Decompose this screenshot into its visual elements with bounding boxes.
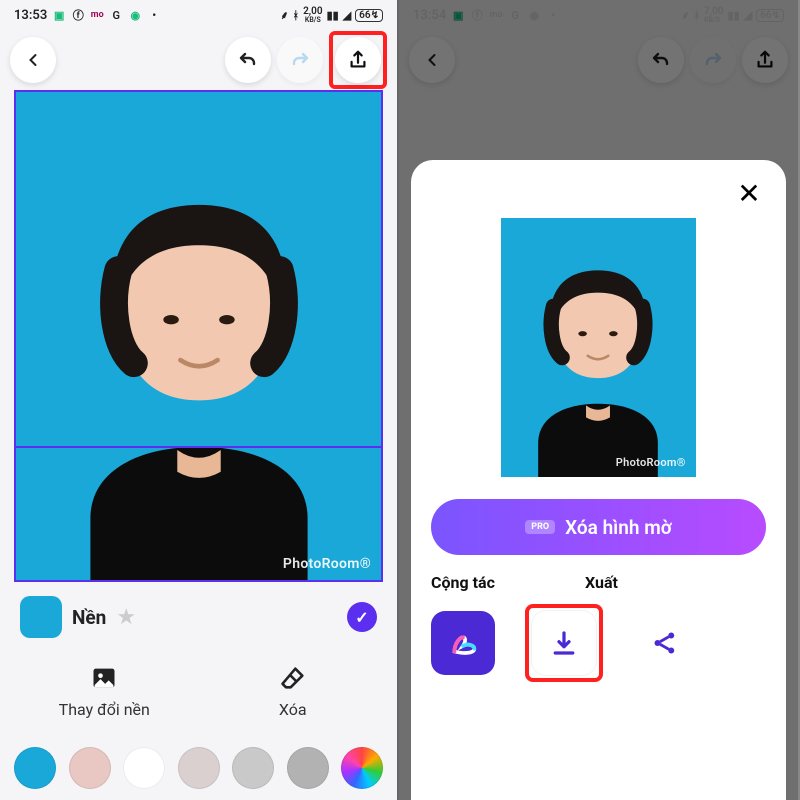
g-icon: G <box>109 8 123 22</box>
color-palette <box>0 737 397 789</box>
left-pane: 13:53 ▣ ⓕ mo G ◉ • ⸙ ᚼ 2,00 KB/S ▮▮ ◢ 66… <box>0 0 399 800</box>
cta-label: Xóa hình mờ <box>565 516 672 539</box>
watermark-modal: PhotoRoom® <box>616 456 686 469</box>
highlight-share <box>329 31 387 89</box>
confirm-check-button[interactable]: ✓ <box>347 602 377 632</box>
arrow-left-icon <box>23 50 43 70</box>
right-pane: 13:54 ▣ ⓕ mo G ◉ • ⸙ ᚼ 7,00KB/S ▮▮ ◢ 66↯ <box>399 0 798 800</box>
photo-preview: PhotoRoom® <box>14 90 383 582</box>
modal-photo: PhotoRoom® <box>501 218 695 477</box>
more-icon: • <box>147 8 161 22</box>
msg-icon: ◉ <box>128 8 142 22</box>
back-button[interactable] <box>10 37 56 83</box>
person-silhouette <box>43 177 353 580</box>
editor-toolbar <box>0 30 397 90</box>
eraser-icon <box>279 664 307 692</box>
bluetooth-icon: ᚼ <box>292 9 299 22</box>
background-row: Nền ★ ✓ <box>0 582 397 646</box>
remove-watermark-button[interactable]: PRO Xóa hình mờ <box>431 499 766 555</box>
erase-button[interactable]: Xóa <box>199 646 388 737</box>
share-button[interactable] <box>335 37 381 83</box>
signal-icon: ▮▮ <box>327 9 339 22</box>
image-icon <box>90 664 118 692</box>
undo-button[interactable] <box>225 37 271 83</box>
palette-color-2[interactable] <box>69 747 111 789</box>
export-row <box>431 604 766 682</box>
download-icon <box>549 628 579 658</box>
section-export: Xuất <box>585 573 766 592</box>
highlight-download <box>525 604 603 682</box>
app-dot-icon: ▣ <box>52 8 66 22</box>
palette-color-5[interactable] <box>232 747 274 789</box>
close-button[interactable]: ✕ <box>732 176 766 210</box>
export-modal: ✕ PhotoRoom® PRO Xóa hình mờ <box>411 160 786 800</box>
net-speed: 2,00 <box>303 7 323 17</box>
clock: 13:53 <box>14 8 47 23</box>
share-nodes-icon <box>650 628 680 658</box>
signal-bars-icon: ◢ <box>343 9 351 22</box>
palette-color-rainbow[interactable] <box>341 747 383 789</box>
download-button[interactable] <box>532 611 596 675</box>
share-more-button[interactable] <box>633 611 697 675</box>
modal-photo-wrap: PhotoRoom® <box>501 218 695 477</box>
person-silhouette <box>513 255 684 477</box>
erase-label: Xóa <box>279 700 307 719</box>
net-unit: KB/S <box>305 17 321 24</box>
section-collab: Cộng tác <box>431 573 565 592</box>
change-background-button[interactable]: Thay đổi nền <box>10 646 199 737</box>
pro-badge: PRO <box>525 520 555 534</box>
crop-guide-line <box>16 446 381 448</box>
palette-color-4[interactable] <box>178 747 220 789</box>
bottom-actions: Thay đổi nền Xóa <box>0 646 397 737</box>
palette-color-6[interactable] <box>287 747 329 789</box>
redo-button[interactable] <box>277 37 323 83</box>
palette-color-3[interactable] <box>123 747 165 789</box>
share-up-icon <box>347 49 369 71</box>
section-headers: Cộng tác Xuất <box>431 573 766 592</box>
redo-icon <box>288 48 312 72</box>
bg-label: Nền <box>72 606 106 629</box>
status-bar: 13:53 ▣ ⓕ mo G ◉ • ⸙ ᚼ 2,00 KB/S ▮▮ ◢ 66… <box>0 0 397 30</box>
canvas[interactable]: PhotoRoom® <box>14 90 383 582</box>
favorite-star-icon[interactable]: ★ <box>116 605 136 630</box>
palette-color-1[interactable] <box>14 747 56 789</box>
photoroom-logo-icon <box>446 626 480 660</box>
change-bg-label: Thay đổi nền <box>59 700 150 719</box>
battery-icon: 66↯ <box>355 9 383 22</box>
photoroom-app-button[interactable] <box>431 611 495 675</box>
momo-icon: mo <box>90 8 104 22</box>
vibrate-icon: ⸙ <box>280 8 288 23</box>
watermark: PhotoRoom® <box>283 556 371 572</box>
undo-icon <box>236 48 260 72</box>
bg-color-swatch[interactable] <box>20 596 62 638</box>
fb-icon: ⓕ <box>71 8 85 22</box>
